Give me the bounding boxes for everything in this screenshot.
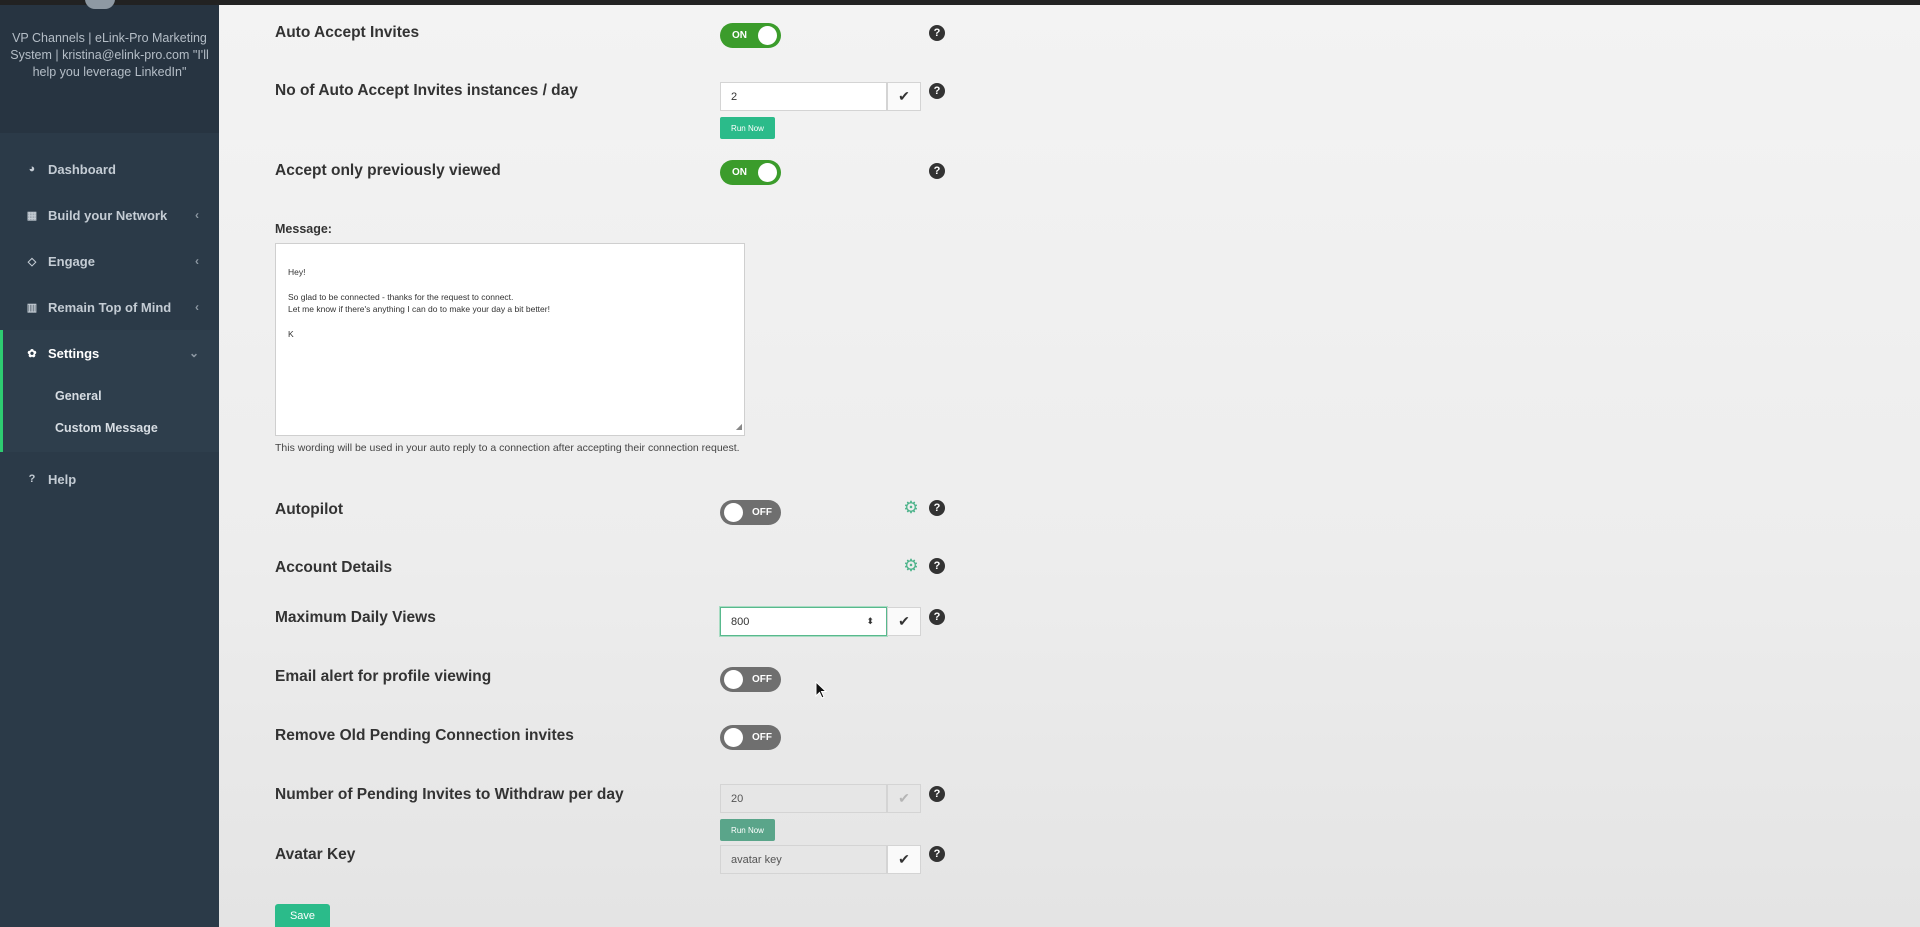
help-icon[interactable]: ? <box>929 786 945 802</box>
sidebar-item-remain-top[interactable]: ▥ Remain Top of Mind ‹ <box>0 284 219 330</box>
help-icon[interactable]: ? <box>929 609 945 625</box>
pending-withdraw-input[interactable]: 20 <box>720 784 887 813</box>
run-now-button[interactable]: Run Now <box>720 117 775 139</box>
auto-accept-toggle[interactable]: ON <box>720 23 781 48</box>
avatar-key-label: Avatar Key <box>275 846 356 863</box>
settings-panel: Auto Accept Invites ON ? No of Auto Acce… <box>219 5 1920 927</box>
gear-icon[interactable]: ⚙ <box>902 499 920 517</box>
accept-viewed-label: Accept only previously viewed <box>275 162 501 179</box>
sidebar-item-help[interactable]: ? Help <box>0 456 219 502</box>
help-icon[interactable]: ? <box>929 846 945 862</box>
run-now-button[interactable]: Run Now <box>720 819 775 841</box>
mouse-cursor-icon <box>815 680 828 704</box>
max-daily-views-value: 800 <box>731 615 750 628</box>
spinner-arrows-icon[interactable]: ⬍ <box>866 616 874 627</box>
help-icon[interactable]: ? <box>929 83 945 99</box>
submenu-item-general[interactable]: General <box>3 380 219 412</box>
bar-chart-icon: ▥ <box>26 301 38 314</box>
instances-input[interactable]: 2 <box>720 82 887 111</box>
remove-pending-toggle[interactable]: OFF <box>720 725 781 750</box>
autopilot-label: Autopilot <box>275 501 344 518</box>
sidebar-nav: ◕ Dashboard ▦ Build your Network ‹ ◇ Eng… <box>0 133 219 502</box>
sidebar: VP Channels | eLink-Pro Marketing System… <box>0 0 219 927</box>
question-icon: ? <box>28 473 36 485</box>
gear-icon: ✿ <box>27 347 37 360</box>
profile-info: VP Channels | eLink-Pro Marketing System… <box>0 5 219 133</box>
pending-withdraw-label: Number of Pending Invites to Withdraw pe… <box>275 786 624 803</box>
account-details-label: Account Details <box>275 559 393 576</box>
instances-label: No of Auto Accept Invites instances / da… <box>275 82 578 99</box>
sidebar-item-label: Dashboard <box>48 161 116 177</box>
help-icon[interactable]: ? <box>929 163 945 179</box>
max-daily-views-save-check-icon[interactable]: ✔ <box>887 607 921 636</box>
accept-viewed-toggle[interactable]: ON <box>720 160 781 185</box>
avatar-key-save-check-icon[interactable]: ✔ <box>887 845 921 874</box>
message-text: Hey! So glad to be connected - thanks fo… <box>288 266 550 340</box>
avatar-key-input[interactable]: avatar key <box>720 845 887 874</box>
save-button[interactable]: Save <box>275 904 330 927</box>
sidebar-item-label: Settings <box>48 345 100 361</box>
instances-save-check-icon[interactable]: ✔ <box>887 82 921 111</box>
submenu-item-custom-message[interactable]: Custom Message <box>3 412 219 444</box>
gear-icon[interactable]: ⚙ <box>902 557 920 575</box>
help-icon[interactable]: ? <box>929 558 945 574</box>
remove-pending-label: Remove Old Pending Connection invites <box>275 727 574 744</box>
sidebar-item-label: Remain Top of Mind <box>48 299 172 315</box>
sidebar-item-dashboard[interactable]: ◕ Dashboard <box>0 146 219 192</box>
grid-icon: ▦ <box>26 209 38 222</box>
email-alert-toggle[interactable]: OFF <box>720 667 781 692</box>
sidebar-item-label: Engage <box>48 253 95 269</box>
max-daily-views-input[interactable]: 800 ⬍ <box>720 607 887 636</box>
sidebar-item-label: Build your Network <box>48 207 168 223</box>
chevron-left-icon: ‹ <box>195 300 199 314</box>
email-alert-label: Email alert for profile viewing <box>275 668 492 685</box>
autopilot-toggle[interactable]: OFF <box>720 500 781 525</box>
sidebar-item-settings[interactable]: ✿ Settings ⌄ <box>0 330 219 376</box>
pending-withdraw-save-check-icon[interactable]: ✔ <box>887 784 921 813</box>
chevron-left-icon: ‹ <box>195 208 199 222</box>
settings-submenu: General Custom Message <box>0 376 219 452</box>
help-icon[interactable]: ? <box>929 500 945 516</box>
sidebar-item-label: Help <box>48 471 77 487</box>
sidebar-item-engage[interactable]: ◇ Engage ‹ <box>0 238 219 284</box>
help-icon[interactable]: ? <box>929 25 945 41</box>
sidebar-item-build-network[interactable]: ▦ Build your Network ‹ <box>0 192 219 238</box>
max-daily-views-label: Maximum Daily Views <box>275 609 436 626</box>
message-hint: This wording will be used in your auto r… <box>275 442 740 454</box>
chevron-down-icon: ⌄ <box>188 346 199 360</box>
message-textarea[interactable]: Hey! So glad to be connected - thanks fo… <box>275 243 745 436</box>
diamond-icon: ◇ <box>27 255 37 268</box>
dashboard-icon: ◕ <box>28 163 36 175</box>
resize-handle-icon[interactable]: ◢ <box>736 421 742 434</box>
auto-accept-label: Auto Accept Invites <box>275 24 420 41</box>
message-label: Message: <box>275 222 332 236</box>
chevron-left-icon: ‹ <box>195 254 199 268</box>
